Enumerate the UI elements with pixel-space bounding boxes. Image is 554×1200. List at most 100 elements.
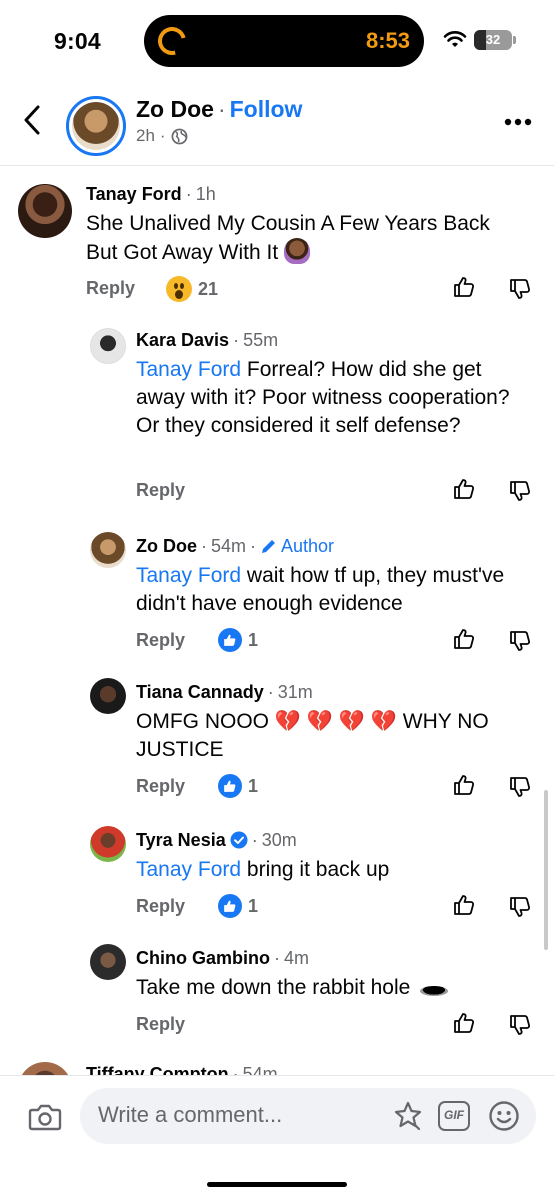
comment-tanay-ford: Tanay Ford · 1h She Unalived My Cousin A F… — [0, 180, 554, 310]
comment-time: 54m — [211, 536, 247, 556]
like-reaction-icon — [218, 628, 242, 652]
comment-actions: Reply 1 — [136, 627, 536, 656]
comment-header: Tanay Ford · 1h — [86, 184, 216, 204]
comment-actions: Reply 1 — [136, 893, 536, 922]
mention-link[interactable]: Tanay Ford — [136, 858, 241, 881]
battery-fill — [474, 30, 487, 50]
avatar[interactable] — [90, 532, 126, 568]
thumbs-down-icon[interactable] — [508, 895, 532, 919]
avatar[interactable] — [18, 184, 72, 238]
reply-tyra-nesia: Tyra Nesia · 30m Tanay Ford bring it back … — [0, 826, 554, 926]
gif-icon[interactable]: GIF — [438, 1101, 470, 1131]
reaction-summary[interactable]: 1 — [218, 894, 258, 918]
battery-level: 32 — [485, 32, 501, 47]
author-avatar[interactable] — [66, 96, 126, 156]
like-reaction-icon — [218, 774, 242, 798]
comment-header: Kara Davis · 55m — [136, 330, 279, 350]
reply-button[interactable]: Reply — [136, 896, 185, 917]
reply-button[interactable]: Reply — [136, 480, 185, 501]
thumbs-down-icon[interactable] — [508, 479, 532, 503]
timer-ring-icon — [152, 21, 192, 61]
thumbs-up-icon[interactable] — [452, 893, 476, 917]
avatar[interactable] — [90, 826, 126, 862]
reaction-summary[interactable]: 21 — [166, 276, 218, 302]
reply-button[interactable]: Reply — [136, 1014, 185, 1035]
comment-text: She Unalived My Cousin A Few Years Back … — [86, 212, 490, 264]
comment-actions: Reply — [136, 1014, 536, 1040]
reply-button[interactable]: Reply — [136, 630, 185, 651]
reply-button[interactable]: Reply — [136, 776, 185, 797]
reaction-count: 1 — [248, 775, 259, 796]
thumbs-up-icon[interactable] — [452, 627, 476, 651]
comment-time: 30m — [261, 830, 297, 850]
battery-tip — [513, 36, 516, 44]
thumbs-down-icon[interactable] — [508, 1013, 532, 1037]
comment-time: 1h — [195, 184, 216, 204]
battery-icon: 32 — [474, 30, 512, 50]
mention-link[interactable]: Tanay Ford — [136, 564, 241, 587]
pencil-icon — [262, 540, 276, 553]
reply-kara-davis: Kara Davis · 55m Tanay Ford Forreal? How d… — [0, 326, 554, 506]
thumbs-up-icon[interactable] — [452, 773, 476, 797]
reaction-summary[interactable]: 1 — [218, 628, 258, 652]
avatar[interactable] — [90, 678, 126, 714]
reaction-summary[interactable]: 1 — [218, 774, 258, 798]
mention-link[interactable]: Tanay Ford — [136, 358, 241, 381]
avatar[interactable] — [90, 328, 126, 364]
avatar[interactable] — [90, 944, 126, 980]
more-options-icon[interactable] — [504, 118, 532, 126]
post-age: 2h — [136, 126, 155, 145]
scrollbar[interactable] — [544, 790, 548, 950]
commenter-name[interactable]: Kara Davis — [136, 330, 229, 350]
reply-zo-doe: Zo Doe · 54m · Author Tanay Ford wait how tf… — [0, 532, 554, 662]
reply-tiana-cannady: Tiana Cannady · 31m OMFG NOOO 💔 💔 💔 💔 WHY … — [0, 678, 554, 808]
wifi-icon — [443, 31, 467, 47]
thumbs-down-icon[interactable] — [508, 775, 532, 799]
commenter-name[interactable]: Zo Doe — [136, 536, 197, 556]
dynamic-island[interactable]: 8:53 — [144, 15, 424, 67]
follow-button[interactable]: Follow — [230, 96, 303, 122]
comment-text: Tanay Ford bring it back up — [136, 858, 390, 881]
post-header: Zo Doe · Follow 2h · — [0, 84, 554, 166]
wow-reaction-icon — [166, 276, 192, 302]
status-bar: 9:04 8:53 32 — [0, 0, 554, 84]
comment-header: Tiana Cannady · 31m — [136, 682, 313, 702]
reply-button[interactable]: Reply — [86, 278, 135, 299]
commenter-name[interactable]: Tiana Cannady — [136, 682, 264, 702]
island-timer: 8:53 — [365, 28, 410, 53]
thumbs-up-icon[interactable] — [452, 1011, 476, 1035]
comment-text: OMFG NOOO 💔 💔 💔 💔 WHY NO JUSTICE — [136, 710, 489, 761]
reply-chino-gambino: Chino Gambino · 4m Take me down the rabbit… — [0, 944, 554, 1044]
status-time: 9:04 — [54, 28, 101, 54]
sticker-icon[interactable] — [392, 1100, 424, 1132]
author-name-row: Zo Doe · Follow — [136, 96, 303, 122]
author-name[interactable]: Zo Doe — [136, 96, 214, 122]
commenter-name[interactable]: Chino Gambino — [136, 948, 270, 968]
emoji-icon[interactable] — [488, 1100, 520, 1132]
comment-actions: Reply 21 — [86, 275, 536, 304]
globe-icon — [171, 128, 188, 144]
back-chevron-icon[interactable] — [20, 102, 46, 138]
comment-time: 55m — [243, 330, 279, 350]
comment-header: Tyra Nesia · 30m — [136, 830, 297, 850]
comment-input[interactable]: Write a comment... GIF — [80, 1088, 536, 1144]
hole-emoji — [420, 986, 449, 996]
author-badge: Author — [281, 536, 335, 556]
thumbs-down-icon[interactable] — [508, 629, 532, 653]
commenter-name[interactable]: Tanay Ford — [86, 184, 182, 204]
verified-badge-icon — [230, 831, 248, 849]
thumbs-up-icon[interactable] — [452, 477, 476, 501]
comment-placeholder: Write a comment... — [98, 1102, 283, 1127]
camera-icon[interactable] — [28, 1102, 62, 1132]
thumbs-up-icon[interactable] — [452, 275, 476, 299]
comment-text: Take me down the rabbit hole — [136, 974, 536, 1002]
comment-time: 31m — [277, 682, 313, 702]
comment-text: Tanay Ford wait how tf up, they must've … — [136, 564, 505, 615]
comment-header: Chino Gambino · 4m — [136, 948, 310, 968]
commenter-name[interactable]: Tyra Nesia — [136, 830, 226, 850]
thumbs-down-icon[interactable] — [508, 277, 532, 301]
reaction-count: 1 — [248, 629, 259, 650]
reaction-count: 21 — [198, 278, 219, 299]
like-reaction-icon — [218, 894, 242, 918]
comment-text: Tanay Ford Forreal? How did she get away… — [136, 358, 510, 437]
